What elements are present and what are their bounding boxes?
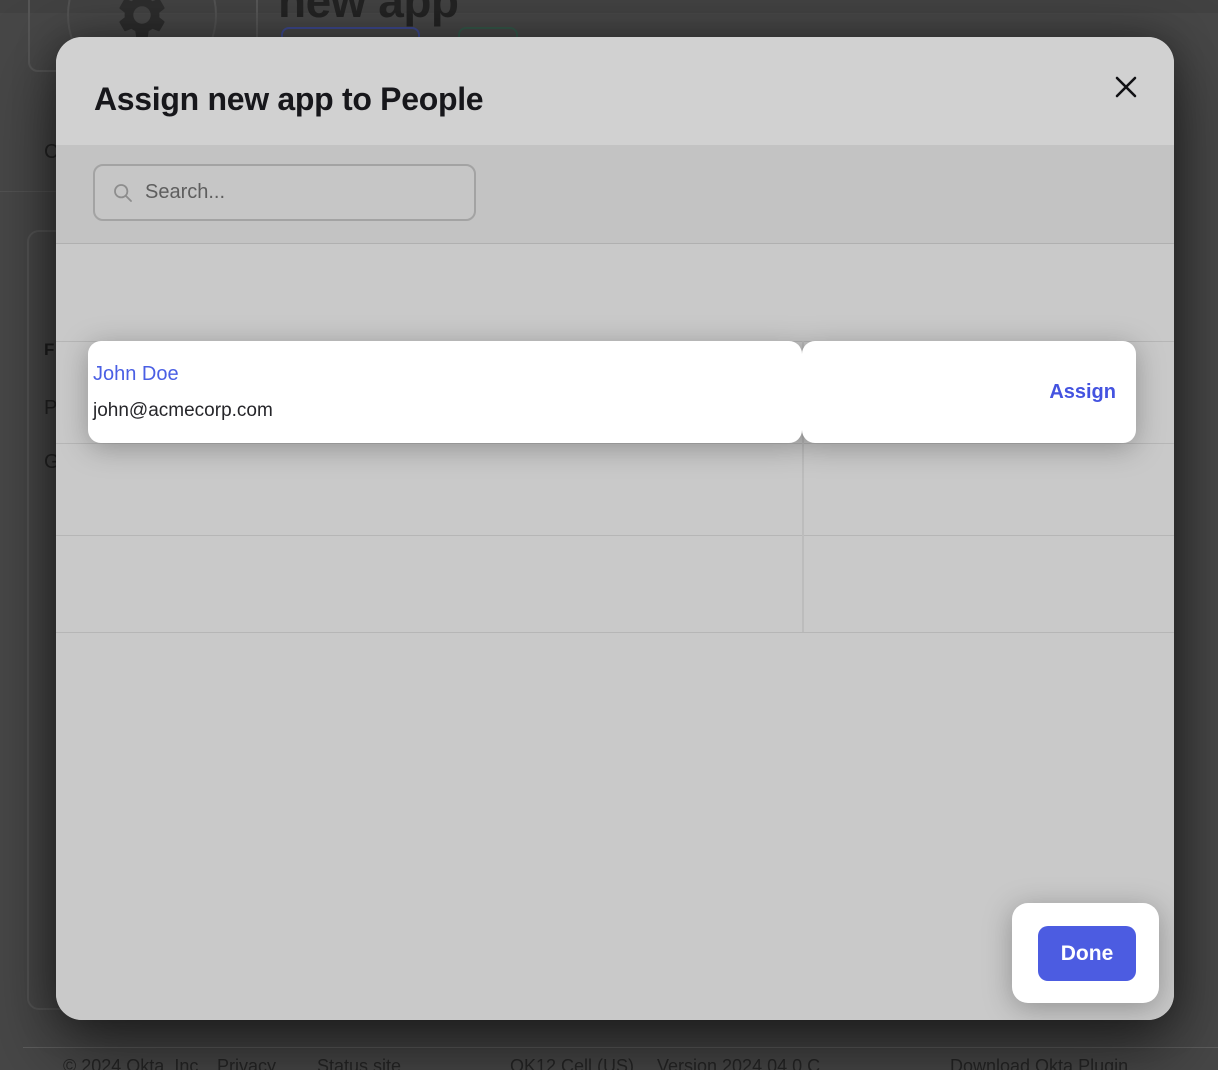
- screen: new app C F P G © 2024 Okta, Inc. Privac…: [0, 0, 1218, 1070]
- close-button[interactable]: [1109, 70, 1143, 104]
- footer-cell-info: OK12 Cell (US): [510, 1056, 634, 1070]
- person-email: john@acmecorp.com: [93, 400, 802, 422]
- person-info-cell: John Doe john@acmecorp.com: [88, 341, 802, 443]
- modal-header: Assign new app to People: [56, 37, 1174, 145]
- assign-button[interactable]: Assign: [1049, 381, 1116, 404]
- person-action-cell: Assign: [802, 341, 1136, 443]
- background-label-clipped: P: [44, 397, 56, 420]
- person-row-highlighted: John Doe john@acmecorp.com Assign: [88, 341, 1136, 443]
- background-left-strip: C F P G: [0, 0, 56, 1070]
- footer-privacy-link: Privacy: [217, 1056, 276, 1070]
- row-divider: [56, 535, 1174, 536]
- footer-status-link: Status site: [317, 1056, 401, 1070]
- footer-divider: [23, 1047, 1218, 1048]
- row-divider: [56, 443, 1174, 444]
- footer-version-info: Version 2024.04.0 C: [657, 1056, 820, 1070]
- close-icon: [1113, 74, 1139, 100]
- footer-download-plugin-link: Download Okta Plugin: [950, 1056, 1128, 1070]
- search-section: [56, 145, 1174, 244]
- row-divider: [56, 632, 1174, 633]
- background-label-clipped: F: [44, 340, 54, 360]
- assign-app-modal: Assign new app to People: [56, 37, 1174, 1020]
- search-box[interactable]: [93, 164, 476, 221]
- background-label-clipped: G: [44, 451, 56, 474]
- people-list: John Doe john@acmecorp.com Assign: [56, 244, 1174, 1020]
- done-button[interactable]: Done: [1038, 926, 1136, 981]
- background-app-title: new app: [278, 0, 459, 28]
- background-label-clipped: C: [44, 141, 56, 164]
- person-name-link[interactable]: John Doe: [93, 363, 802, 386]
- done-button-highlight-card: Done: [1012, 903, 1159, 1003]
- footer-copyright: © 2024 Okta, Inc.: [63, 1056, 203, 1070]
- search-input[interactable]: [145, 181, 445, 204]
- search-icon: [113, 183, 133, 203]
- modal-title: Assign new app to People: [94, 81, 483, 118]
